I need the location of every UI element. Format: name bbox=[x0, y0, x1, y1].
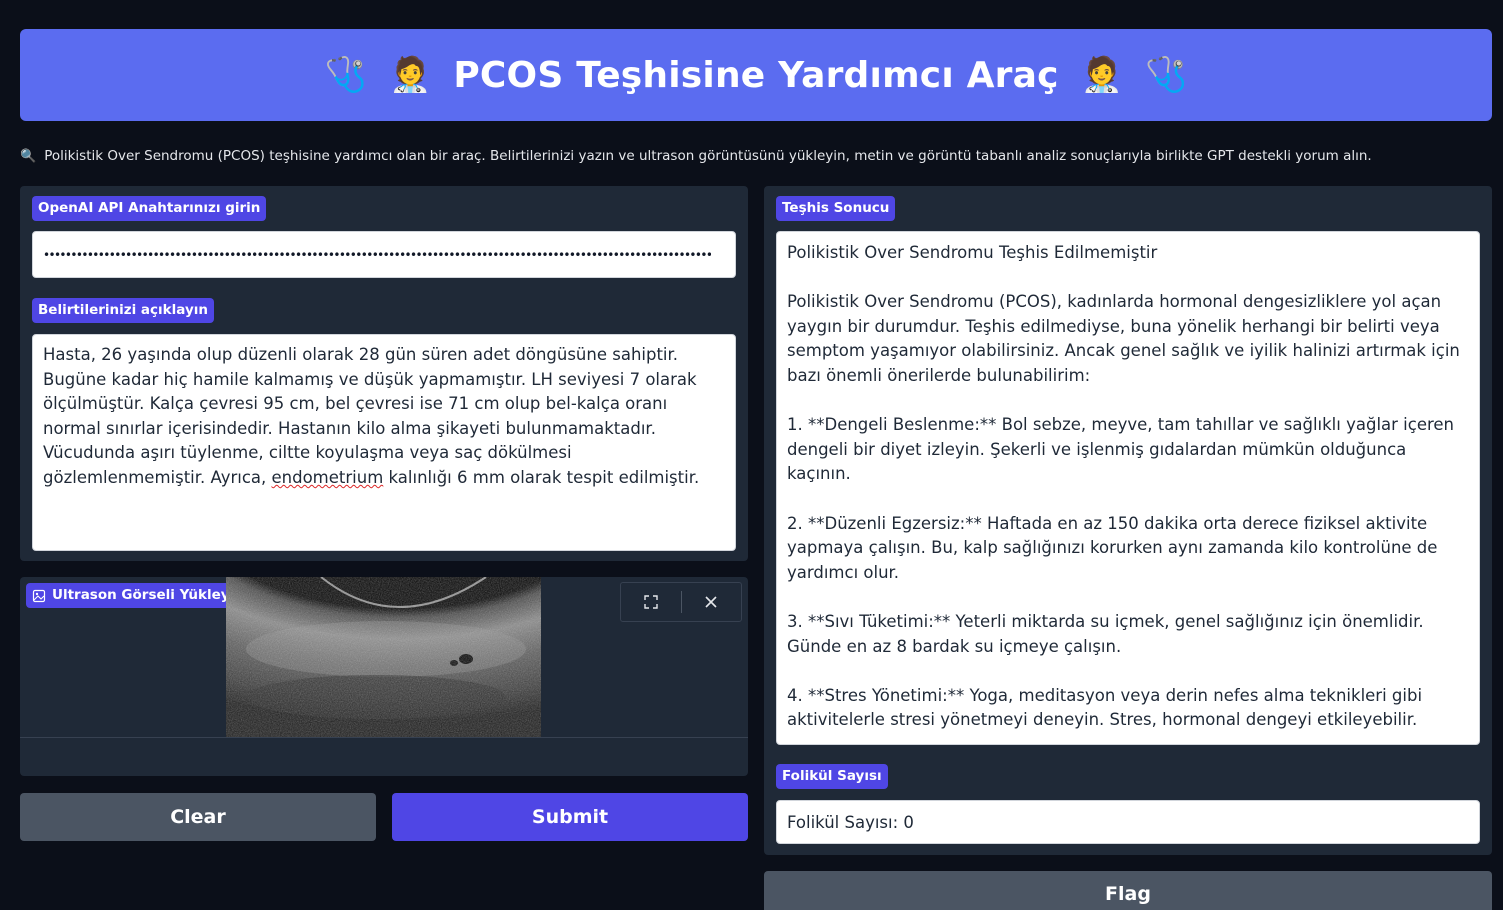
description-text: Polikistik Over Sendromu (PCOS) teşhisin… bbox=[44, 148, 1372, 164]
submit-button[interactable]: Submit bbox=[392, 793, 748, 841]
api-key-input[interactable]: ••••••••••••••••••••••••••••••••••••••••… bbox=[32, 231, 736, 278]
page-title: PCOS Teşhisine Yardımcı Araç bbox=[453, 54, 1059, 96]
close-icon bbox=[705, 596, 717, 608]
fullscreen-button[interactable] bbox=[621, 583, 681, 621]
diagnosis-output[interactable]: Polikistik Over Sendromu Teşhis Edilmemi… bbox=[776, 231, 1480, 745]
magnifier-icon: 🔍 bbox=[20, 148, 37, 164]
health-worker-icon: 🧑‍⚕️ bbox=[1080, 55, 1123, 95]
symptoms-text: Hasta, 26 yaşında olup düzenli olarak 28… bbox=[43, 345, 702, 487]
remove-image-button[interactable] bbox=[681, 583, 741, 621]
health-worker-icon: 🧑‍⚕️ bbox=[389, 55, 432, 95]
stethoscope-icon: 🩺 bbox=[1144, 55, 1188, 95]
app-description: 🔍 Polikistik Over Sendromu (PCOS) teşhis… bbox=[20, 148, 1490, 164]
follicle-count-output[interactable]: Folikül Sayısı: 0 bbox=[776, 800, 1480, 844]
fullscreen-icon bbox=[644, 595, 658, 609]
app-header: 🩺 🧑‍⚕️ PCOS Teşhisine Yardımcı Araç 🧑‍⚕️… bbox=[20, 29, 1492, 121]
stethoscope-icon: 🩺 bbox=[324, 55, 367, 95]
follicle-count-label: Folikül Sayısı bbox=[776, 764, 888, 789]
follicle-count-value: Folikül Sayısı: 0 bbox=[787, 812, 914, 832]
diagnosis-label: Teşhis Sonucu bbox=[776, 196, 896, 221]
flag-button[interactable]: Flag bbox=[764, 871, 1492, 910]
image-footer-divider bbox=[20, 737, 748, 738]
ultrasound-image bbox=[226, 577, 541, 737]
symptoms-textarea[interactable]: Hasta, 26 yaşında olup düzenli olarak 28… bbox=[32, 334, 736, 551]
image-toolbar bbox=[620, 582, 742, 622]
ultrasound-label: Ultrason Görseli Yükleyin bbox=[26, 583, 250, 608]
spellcheck-flagged-word: endometrium bbox=[271, 467, 384, 487]
symptoms-label: Belirtilerinizi açıklayın bbox=[32, 298, 215, 323]
symptoms-text-end: kalınlığı 6 mm olarak tespit edilmiştir. bbox=[383, 467, 700, 487]
api-key-value: ••••••••••••••••••••••••••••••••••••••••… bbox=[43, 247, 712, 262]
image-icon bbox=[32, 589, 46, 602]
api-key-label: OpenAI API Anahtarınızı girin bbox=[32, 196, 267, 221]
clear-button[interactable]: Clear bbox=[20, 793, 376, 841]
ultrasound-label-text: Ultrason Görseli Yükleyin bbox=[52, 587, 244, 603]
